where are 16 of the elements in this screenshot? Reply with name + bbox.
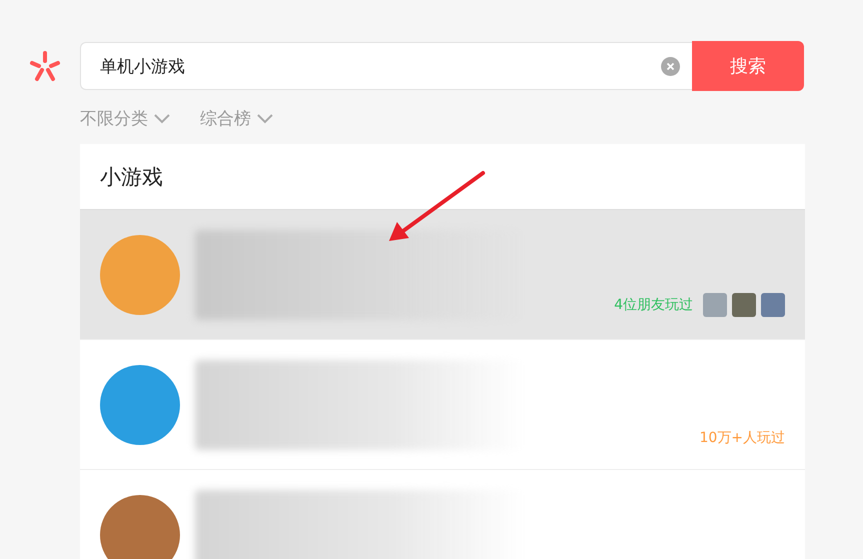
avatar	[703, 293, 727, 317]
chevron-down-icon	[154, 114, 170, 124]
chevron-down-icon	[257, 114, 273, 124]
game-icon	[100, 494, 180, 559]
search-button[interactable]: 搜索	[692, 41, 804, 91]
clear-icon[interactable]	[661, 56, 680, 76]
logo-icon	[28, 49, 62, 83]
search-field[interactable]: 单机小游戏	[80, 42, 692, 90]
filter-dropdown[interactable]: 综合榜	[200, 107, 273, 130]
play-count: 10万+人玩过	[699, 429, 785, 447]
play-count: 4位朋友玩过	[614, 296, 693, 314]
avatar	[732, 293, 756, 317]
avatar	[761, 293, 785, 317]
filter-dropdown[interactable]: 不限分类	[80, 107, 170, 130]
game-row[interactable]: 4位朋友玩过	[80, 210, 805, 340]
game-row[interactable]: 10万+人玩过	[80, 340, 805, 470]
